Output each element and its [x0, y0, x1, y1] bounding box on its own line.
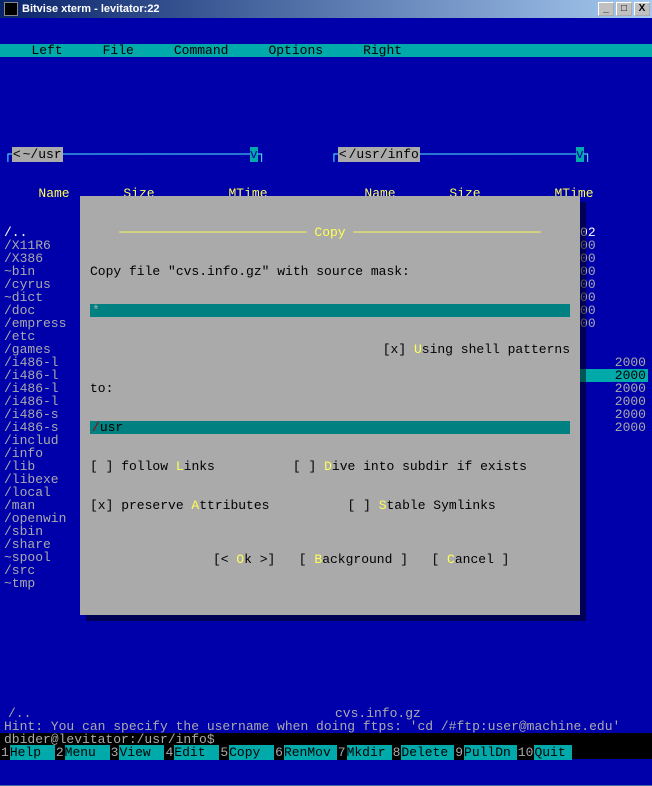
cancel-button[interactable]: [ Cancel ]: [431, 552, 509, 567]
titlebar[interactable]: Bitvise xterm - levitator:22 _ □ X: [0, 0, 652, 18]
dive-checkbox[interactable]: [ ] Dive into subdir if exists: [293, 459, 527, 474]
fkey-edit[interactable]: 4Edit: [164, 746, 219, 759]
function-key-bar: 1Help 2Menu 3View 4Edit 5Copy 6RenMov7Mk…: [0, 746, 652, 759]
background-button[interactable]: [ Background ]: [299, 552, 408, 567]
menu-command[interactable]: Command: [174, 43, 229, 58]
dialog-prompt: Copy file "cvs.info.gz" with source mask…: [90, 265, 570, 278]
fkey-quit[interactable]: 10Quit: [517, 746, 572, 759]
shell-patterns-checkbox[interactable]: [x] Using shell patterns: [383, 342, 570, 357]
menu-left[interactable]: Left: [31, 43, 62, 58]
maximize-button[interactable]: □: [616, 2, 632, 16]
dest-input[interactable]: /usr: [90, 421, 570, 434]
menu-bar: Left File Command Options Right: [0, 44, 652, 57]
window-title: Bitvise xterm - levitator:22: [22, 3, 596, 15]
menu-file[interactable]: File: [103, 43, 134, 58]
source-mask-input[interactable]: *: [90, 304, 570, 317]
copy-dialog: ──────────────────────── Copy ──────────…: [80, 196, 580, 615]
app-icon: [4, 2, 18, 16]
fkey-pulldn[interactable]: 9PullDn: [454, 746, 517, 759]
fkey-renmov[interactable]: 6RenMov: [274, 746, 337, 759]
fkey-menu[interactable]: 2Menu: [55, 746, 110, 759]
menu-options[interactable]: Options: [268, 43, 323, 58]
follow-links-checkbox[interactable]: [ ] follow Links: [90, 459, 215, 474]
fkey-mkdir[interactable]: 7Mkdir: [337, 746, 392, 759]
fkey-copy[interactable]: 5Copy: [219, 746, 274, 759]
terminal-area: LeftFileCommandOptionsRight ┌<~/usr─────…: [0, 18, 652, 785]
close-button[interactable]: X: [634, 2, 650, 16]
fkey-delete[interactable]: 8Delete: [392, 746, 455, 759]
app-window: Bitvise xterm - levitator:22 _ □ X Left F…: [0, 0, 652, 518]
stable-symlinks-checkbox[interactable]: [ ] Stable Symlinks: [347, 498, 495, 513]
preserve-attr-checkbox[interactable]: [x] preserve Attributes: [90, 498, 269, 513]
dialog-title: ──────────────────────── Copy ──────────…: [90, 226, 570, 239]
fkey-help[interactable]: 1Help: [0, 746, 55, 759]
fkey-view[interactable]: 3View: [110, 746, 165, 759]
ok-button[interactable]: [< Ok >]: [213, 552, 275, 567]
to-label: to:: [90, 382, 570, 395]
minimize-button[interactable]: _: [598, 2, 614, 16]
left-path: ~/usr: [22, 147, 63, 162]
right-path: /usr/info: [348, 147, 420, 162]
menu-right[interactable]: Right: [363, 43, 402, 58]
